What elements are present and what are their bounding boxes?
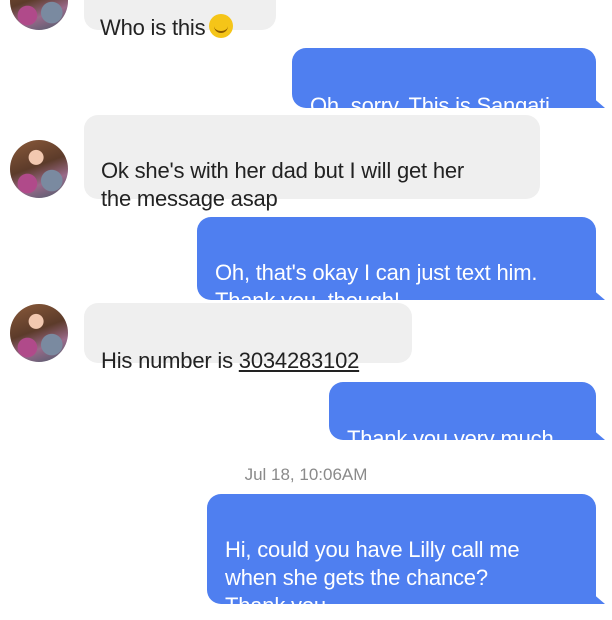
contact-avatar[interactable]	[10, 140, 68, 198]
outgoing-message[interactable]: Oh, sorry. This is Sangati	[292, 48, 605, 118]
message-text: His number is	[101, 348, 239, 373]
outgoing-message[interactable]: Oh, that's okay I can just text him. Tha…	[197, 217, 605, 313]
message-text: Hi, could you have Lilly call me when sh…	[225, 537, 520, 618]
phone-number-link[interactable]: 3034283102	[239, 348, 360, 373]
message-text: Thank you very much	[347, 426, 554, 451]
message-timestamp: Jul 18, 10:06AM	[244, 465, 368, 484]
incoming-message[interactable]: Who is this	[84, 0, 276, 40]
incoming-message[interactable]: His number is 3034283102	[84, 303, 412, 373]
outgoing-message[interactable]: Thank you very much	[329, 382, 605, 451]
outgoing-message[interactable]: Hi, could you have Lilly call me when sh…	[207, 494, 605, 618]
contact-avatar[interactable]	[10, 0, 68, 30]
message-text: Who is this	[100, 15, 206, 40]
contact-avatar[interactable]	[10, 304, 68, 362]
incoming-message[interactable]: Ok she's with her dad but I will get her…	[84, 115, 540, 211]
smiling-face-emoji-icon	[209, 14, 234, 38]
message-text: Ok she's with her dad but I will get her…	[101, 158, 465, 211]
